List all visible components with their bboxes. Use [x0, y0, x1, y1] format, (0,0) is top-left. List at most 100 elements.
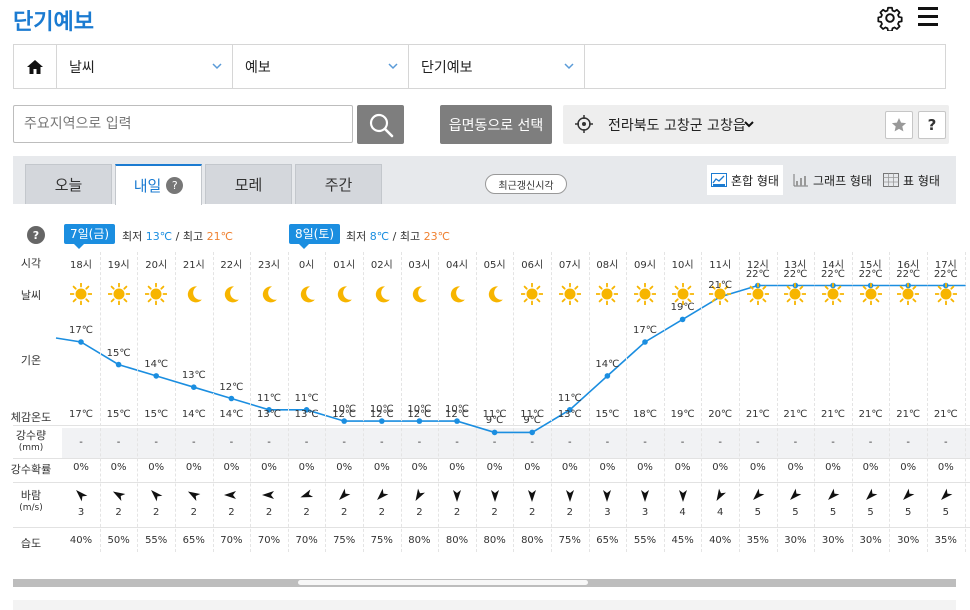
temp-point [191, 384, 197, 390]
temp-value-label: 21℃ [708, 279, 733, 291]
view-mixed-button[interactable]: 혼합 형태 [707, 165, 783, 195]
humidity-value: 55% [633, 535, 657, 546]
tab-day-after[interactable]: 모레 [205, 164, 292, 204]
menu-icon[interactable] [918, 7, 938, 27]
moon-icon [446, 283, 468, 305]
search-icon [369, 113, 393, 137]
search-button[interactable] [357, 105, 404, 144]
temp-point [604, 373, 611, 379]
wind-arrow-icon [261, 487, 277, 503]
temp-value-label: 12℃ [219, 381, 244, 393]
feels-like-value: 14℃ [219, 409, 244, 420]
favorite-button[interactable] [885, 111, 913, 139]
rain-prob-value: 0% [637, 462, 653, 473]
nav-select-label: 단기예보 [421, 59, 473, 76]
temp-point [115, 361, 122, 368]
temp-point [228, 395, 235, 402]
search-input[interactable] [13, 105, 353, 143]
help-icon[interactable]: ? [166, 177, 184, 194]
wind-arrow-icon [449, 487, 465, 503]
humidity-value: 80% [408, 535, 431, 546]
wind-arrow-icon [374, 487, 390, 503]
view-graph-button[interactable]: 그래프 형태 [789, 165, 876, 195]
wind-arrow-icon [787, 487, 803, 503]
wind-speed-value: 2 [378, 507, 385, 518]
temp-value-label: 22℃ [896, 268, 921, 280]
hour-time: 06시 [521, 260, 544, 271]
emd-select-button[interactable]: 읍면동으로 선택 [440, 105, 552, 144]
wind-speed-value: 3 [604, 507, 611, 518]
view-label: 그래프 형태 [813, 173, 873, 188]
moon-icon [484, 283, 506, 305]
rain-amount-value: - [718, 437, 722, 448]
humidity-value: 30% [821, 535, 845, 546]
temp-value-label: 11℃ [294, 392, 319, 404]
rain-amount-value: - [229, 437, 234, 448]
help-button[interactable]: ? [918, 111, 946, 139]
temp-value-label: 11℃ [557, 392, 582, 404]
horizontal-scrollbar[interactable] [13, 579, 956, 587]
chevron-down-icon [212, 63, 222, 70]
humidity-value: 35% [934, 535, 957, 546]
wind-arrow-icon [750, 487, 766, 503]
wind-speed-value: 5 [905, 507, 912, 518]
humidity-value: 30% [897, 535, 920, 546]
hour-time: 0시 [298, 260, 315, 271]
wind-arrow-icon [599, 487, 615, 503]
view-table-button[interactable]: 표 형태 [879, 165, 944, 195]
rain-amount-value: - [267, 437, 271, 448]
humidity-value: 75% [333, 535, 356, 546]
moon-icon [371, 283, 393, 305]
hour-time: 03시 [408, 260, 431, 271]
rain-prob-value: 0% [373, 462, 390, 473]
location-text[interactable]: 전라북도 고창군 고창읍 [608, 115, 746, 135]
humidity-value: 75% [370, 535, 393, 546]
chevron-down-icon[interactable] [743, 118, 755, 130]
feels-like-value: 13℃ [257, 409, 281, 420]
wind-speed-value: 2 [190, 507, 197, 518]
page-title: 단기예보 [13, 10, 94, 35]
tab-label: 내일 [133, 177, 162, 195]
nav-select-forecast[interactable]: 예보 [233, 45, 409, 88]
feels-like-value: 13℃ [557, 409, 582, 420]
rain-amount-value: - [116, 437, 121, 448]
temp-value-label: 11℃ [257, 392, 281, 404]
feels-like-value: 21℃ [896, 409, 921, 420]
rain-prob-value: 0% [825, 462, 841, 473]
tab-today[interactable]: 오늘 [25, 164, 112, 204]
humidity-value: 30% [859, 535, 882, 546]
rain-prob-value: 0% [73, 462, 89, 473]
feels-like-value: 20℃ [708, 409, 733, 420]
wind-speed-value: 2 [228, 507, 235, 518]
humidity-value: 75% [558, 535, 581, 546]
update-time-button[interactable]: 최근갱신시각 [485, 174, 567, 194]
nav-select-weather[interactable]: 날씨 [57, 45, 233, 88]
rain-amount-value: - [191, 437, 196, 448]
hour-time: 05시 [483, 260, 506, 271]
gear-icon[interactable] [877, 5, 903, 31]
rain-amount-value: - [755, 437, 760, 448]
nav-select-short-term[interactable]: 단기예보 [409, 45, 585, 88]
hour-time: 09시 [634, 260, 656, 271]
home-button[interactable] [14, 45, 57, 88]
wind-arrow-icon [111, 487, 127, 503]
humidity-value: 40% [69, 535, 93, 546]
rain-amount-value: - [643, 437, 647, 448]
sun-icon [746, 282, 770, 306]
rain-prob-value: 0% [411, 462, 428, 473]
wind-speed-value: 5 [792, 507, 799, 518]
sun-icon [934, 282, 958, 306]
rain-prob-value: 0% [674, 462, 691, 473]
scroll-thumb[interactable] [298, 580, 588, 585]
tab-tomorrow[interactable]: 내일? [115, 164, 202, 205]
location-selector[interactable]: 전라북도 고창군 고창읍 ? [563, 105, 949, 144]
feels-like-value: 12℃ [332, 409, 357, 420]
tab-label: 주간 [324, 176, 353, 194]
temp-point [78, 339, 84, 345]
wind-speed-value: 4 [679, 507, 686, 518]
hour-time: 11시 [709, 260, 732, 271]
crosshair-icon[interactable] [575, 115, 593, 133]
tab-weekly[interactable]: 주간 [295, 164, 382, 204]
rain-amount-value: - [567, 437, 572, 448]
humidity-value: 50% [107, 535, 130, 546]
